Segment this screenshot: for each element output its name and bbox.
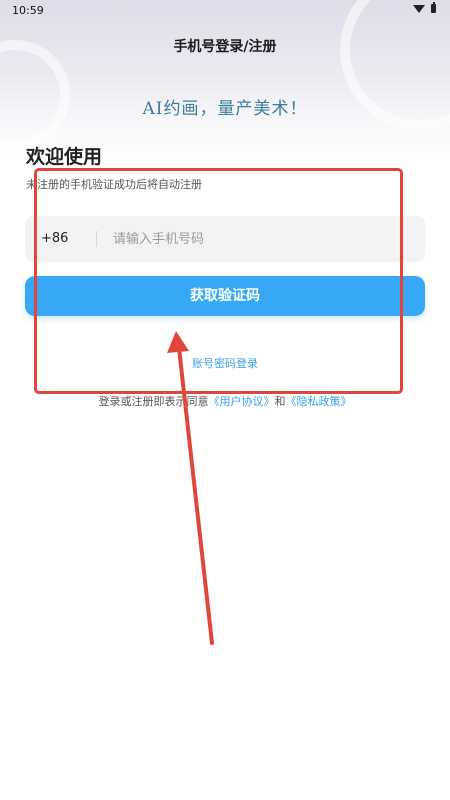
agreement-prefix: 登录或注册即表示同意 [98,395,209,408]
get-code-button[interactable]: 获取验证码 [25,276,425,316]
page-title: 手机号登录/注册 [173,39,277,55]
slogan-banner: AI约画，量产美术！ [142,99,308,119]
phone-field[interactable]: +86 [25,216,425,262]
password-login-link[interactable]: 账号密码登录 [0,355,450,371]
country-code[interactable]: +86 [41,231,68,246]
field-divider [96,231,97,247]
header-background [0,0,450,160]
agreement-conjunction: 和 [274,395,286,408]
phone-input[interactable] [113,224,413,254]
status-time: 10:59 [12,4,44,17]
agreement-text: 登录或注册即表示同意《用户协议》和《隐私政策》 [0,393,450,409]
welcome-subtitle: 未注册的手机验证成功后将自动注册 [26,178,202,191]
battery-icon [431,2,436,13]
welcome-title: 欢迎使用 [26,146,103,168]
status-bar: 10:59 [0,0,450,22]
privacy-policy-link[interactable]: 《隐私政策》 [286,395,352,408]
user-agreement-link[interactable]: 《用户协议》 [209,395,275,408]
wifi-icon [413,5,425,13]
